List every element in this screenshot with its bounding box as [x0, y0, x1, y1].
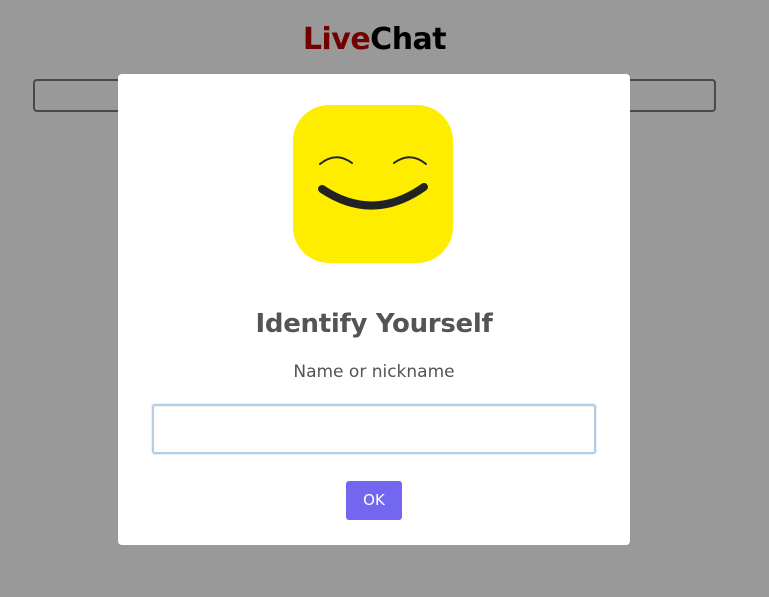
smiley-face-icon	[293, 105, 453, 263]
ok-button[interactable]: OK	[346, 481, 402, 520]
name-input[interactable]	[152, 404, 596, 454]
identify-dialog: Identify Yourself Name or nickname OK	[118, 74, 630, 545]
name-field-label: Name or nickname	[293, 362, 455, 382]
dialog-heading: Identify Yourself	[255, 309, 493, 339]
